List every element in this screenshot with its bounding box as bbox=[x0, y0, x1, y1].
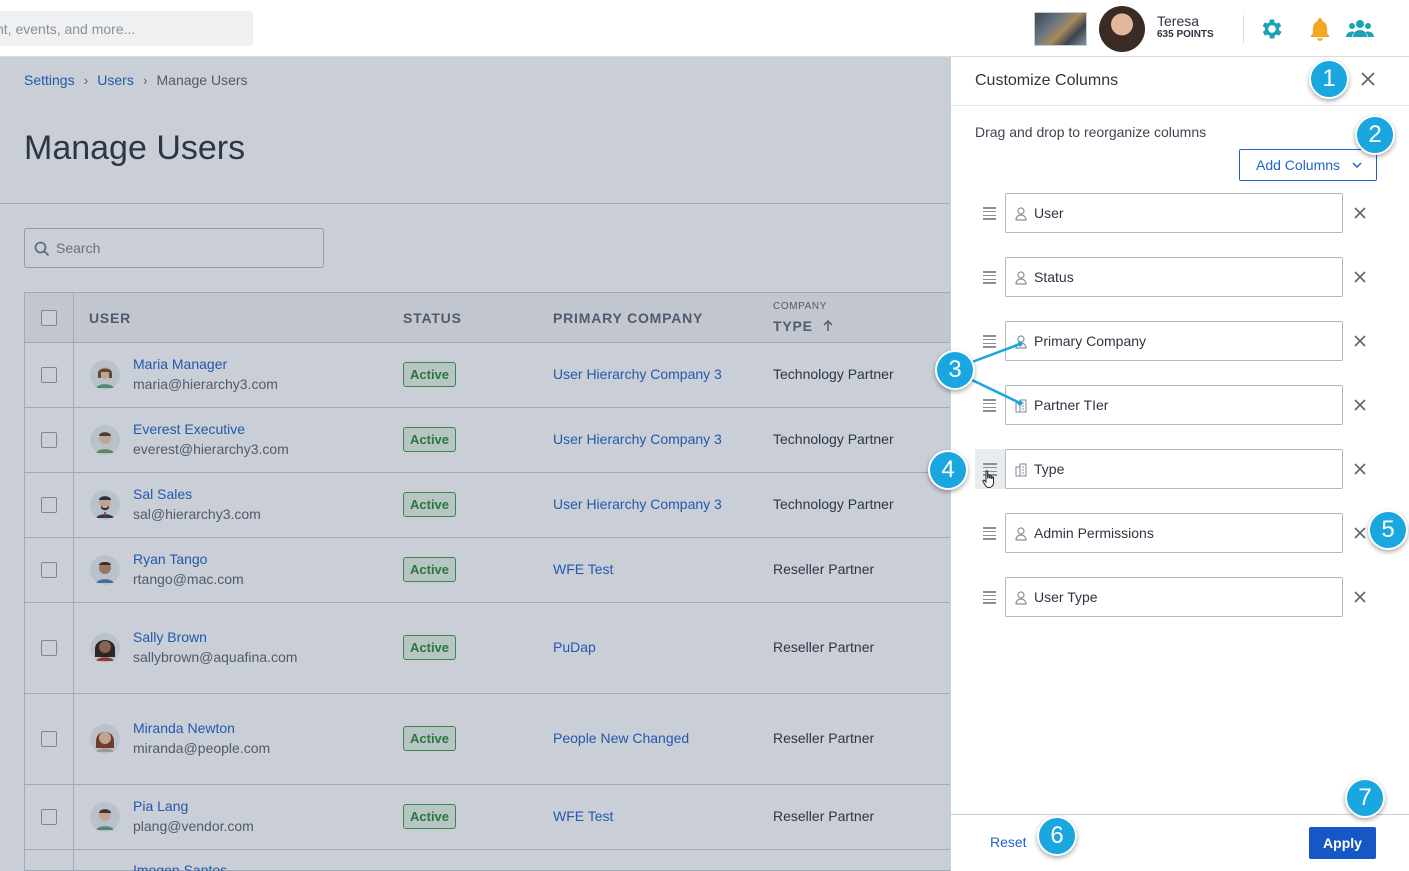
column-item[interactable]: Primary Company bbox=[951, 321, 1409, 361]
person-icon bbox=[1015, 207, 1027, 221]
panel-title: Customize Columns bbox=[975, 72, 1119, 89]
top-divider bbox=[1243, 15, 1244, 43]
global-search-input[interactable]: nt, events, and more... bbox=[0, 11, 253, 46]
top-bar: nt, events, and more... Teresa 635 POINT… bbox=[0, 0, 1409, 57]
remove-column-icon[interactable] bbox=[1353, 462, 1367, 476]
column-field: User bbox=[1005, 193, 1343, 233]
drag-handle-icon[interactable] bbox=[983, 591, 996, 604]
building-icon bbox=[1015, 399, 1027, 413]
global-search-text: nt, events, and more... bbox=[0, 21, 136, 37]
drag-handle-icon[interactable] bbox=[983, 335, 996, 348]
column-item[interactable]: Admin Permissions bbox=[951, 513, 1409, 553]
remove-column-icon[interactable] bbox=[1353, 206, 1367, 220]
callout-marker-3: 3 bbox=[935, 350, 975, 390]
column-field: Type bbox=[1005, 449, 1343, 489]
remove-column-icon[interactable] bbox=[1353, 590, 1367, 604]
close-icon[interactable] bbox=[1358, 69, 1378, 89]
panel-instructions: Drag and drop to reorganize columns bbox=[975, 124, 1207, 140]
remove-column-icon[interactable] bbox=[1353, 398, 1367, 412]
add-columns-button[interactable]: Add Columns bbox=[1239, 149, 1377, 181]
remove-column-icon[interactable] bbox=[1353, 526, 1367, 540]
person-icon bbox=[1015, 591, 1027, 605]
column-label: User Type bbox=[1034, 589, 1098, 605]
column-label: Type bbox=[1034, 461, 1065, 477]
drag-handle-icon[interactable] bbox=[983, 527, 996, 540]
column-item[interactable]: Type bbox=[951, 449, 1409, 489]
panel-header-divider bbox=[951, 105, 1409, 106]
column-label: Primary Company bbox=[1034, 333, 1147, 349]
column-field: Partner TIer bbox=[1005, 385, 1343, 425]
reset-button[interactable]: Reset bbox=[990, 834, 1027, 850]
column-field: Status bbox=[1005, 257, 1343, 297]
modal-backdrop[interactable] bbox=[0, 57, 950, 871]
gear-icon[interactable] bbox=[1259, 16, 1285, 42]
column-label: Status bbox=[1034, 269, 1074, 285]
column-item[interactable]: Partner TIer bbox=[951, 385, 1409, 425]
user-name[interactable]: Teresa bbox=[1157, 13, 1199, 29]
apply-button[interactable]: Apply bbox=[1309, 827, 1376, 859]
callout-marker-6: 6 bbox=[1037, 816, 1077, 856]
drag-handle-icon[interactable] bbox=[983, 271, 996, 284]
hand-cursor-icon bbox=[982, 470, 994, 489]
callout-marker-2: 2 bbox=[1355, 115, 1395, 155]
column-label: User bbox=[1034, 205, 1064, 221]
person-icon bbox=[1015, 271, 1027, 285]
user-avatar[interactable] bbox=[1099, 6, 1145, 52]
column-field: User Type bbox=[1005, 577, 1343, 617]
remove-column-icon[interactable] bbox=[1353, 270, 1367, 284]
remove-column-icon[interactable] bbox=[1353, 334, 1367, 348]
person-icon bbox=[1015, 527, 1027, 541]
drag-handle-icon[interactable] bbox=[983, 399, 996, 412]
customize-columns-panel: Customize Columns Drag and drop to reorg… bbox=[950, 57, 1409, 871]
callout-marker-7: 7 bbox=[1345, 778, 1385, 818]
callout-marker-5: 5 bbox=[1368, 510, 1408, 550]
bell-icon[interactable] bbox=[1307, 16, 1333, 42]
column-label: Partner TIer bbox=[1034, 397, 1109, 413]
chevron-down-icon bbox=[1352, 162, 1362, 169]
column-item[interactable]: User bbox=[951, 193, 1409, 233]
column-item[interactable]: User Type bbox=[951, 577, 1409, 617]
panel-footer-divider bbox=[951, 814, 1409, 815]
column-field: Primary Company bbox=[1005, 321, 1343, 361]
user-points: 635 POINTS bbox=[1157, 29, 1214, 40]
column-field: Admin Permissions bbox=[1005, 513, 1343, 553]
brand-image[interactable] bbox=[1034, 12, 1087, 46]
building-icon bbox=[1015, 463, 1027, 477]
column-item[interactable]: Status bbox=[951, 257, 1409, 297]
column-label: Admin Permissions bbox=[1034, 525, 1154, 541]
callout-marker-4: 4 bbox=[928, 450, 968, 490]
people-icon[interactable] bbox=[1346, 16, 1374, 42]
add-columns-label: Add Columns bbox=[1256, 157, 1341, 173]
person-icon bbox=[1015, 335, 1027, 349]
drag-handle-icon[interactable] bbox=[983, 207, 996, 220]
callout-marker-1: 1 bbox=[1309, 59, 1349, 99]
